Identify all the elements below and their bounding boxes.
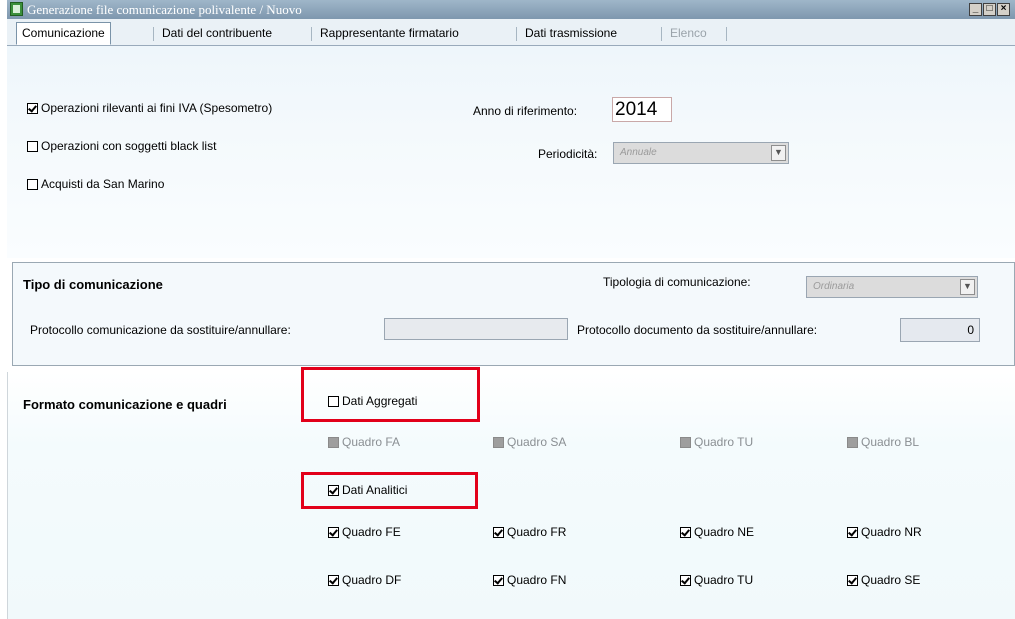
quadro-fn-label: Quadro FN <box>507 573 567 587</box>
quadro-sa-aggregati: Quadro SA <box>493 435 566 449</box>
quadro-fe-label: Quadro FE <box>342 525 401 539</box>
option-spesometro-label: Operazioni rilevanti ai fini IVA (Spesom… <box>41 101 273 115</box>
tipologia-label: Tipologia di comunicazione: <box>603 275 751 289</box>
quadro-nr-label: Quadro NR <box>861 525 922 539</box>
chevron-down-icon: ▼ <box>771 145 786 161</box>
checkbox-quadro-fe[interactable] <box>328 527 339 538</box>
periodicita-label: Periodicità: <box>538 147 598 161</box>
tab-separator <box>726 27 727 41</box>
checkbox-quadro-sa <box>493 437 504 448</box>
option-san-marino-label: Acquisti da San Marino <box>41 177 165 191</box>
protocollo-comunicazione-input[interactable] <box>384 318 568 340</box>
quadro-bl-aggregati: Quadro BL <box>847 435 919 449</box>
checkbox-spesometro[interactable] <box>27 103 38 114</box>
tipo-comunicazione-heading: Tipo di comunicazione <box>23 277 163 292</box>
quadro-tu-aggregati: Quadro TU <box>680 435 753 449</box>
checkbox-quadro-fa <box>328 437 339 448</box>
quadro-fe[interactable]: Quadro FE <box>328 525 401 539</box>
title-bar: Generazione file comunicazione polivalen… <box>7 0 1015 19</box>
checkbox-quadro-bl <box>847 437 858 448</box>
periodicita-value: Annuale <box>620 147 657 158</box>
checkbox-quadro-fr[interactable] <box>493 527 504 538</box>
quadro-se-label: Quadro SE <box>861 573 921 587</box>
quadro-se[interactable]: Quadro SE <box>847 573 920 587</box>
tab-dati-contribuente[interactable]: Dati del contribuente <box>157 23 277 43</box>
quadro-tu-analitici-label: Quadro TU <box>694 573 754 587</box>
panel-left-border <box>7 372 8 619</box>
quadro-tu-analitici[interactable]: Quadro TU <box>680 573 753 587</box>
tab-separator <box>153 27 154 41</box>
quadro-fn[interactable]: Quadro FN <box>493 573 566 587</box>
option-spesometro[interactable]: Operazioni rilevanti ai fini IVA (Spesom… <box>27 101 272 115</box>
option-black-list[interactable]: Operazioni con soggetti black list <box>27 139 216 153</box>
quadro-bl-label: Quadro BL <box>861 435 920 449</box>
tab-separator <box>311 27 312 41</box>
checkbox-quadro-se[interactable] <box>847 575 858 586</box>
option-san-marino[interactable]: Acquisti da San Marino <box>27 177 164 191</box>
highlight-box-analitici <box>301 472 478 509</box>
checkbox-black-list[interactable] <box>27 141 38 152</box>
quadro-fa-aggregati: Quadro FA <box>328 435 400 449</box>
tab-separator <box>516 27 517 41</box>
protocollo-documento-label: Protocollo documento da sostituire/annul… <box>577 323 818 337</box>
anno-input[interactable]: 2014 <box>612 97 672 122</box>
tab-bar: Comunicazione Dati del contribuente Rapp… <box>7 19 1015 46</box>
checkbox-quadro-tu-analitici[interactable] <box>680 575 691 586</box>
tab-comunicazione[interactable]: Comunicazione <box>16 22 111 45</box>
quadro-df-label: Quadro DF <box>342 573 402 587</box>
anno-label: Anno di riferimento: <box>473 104 578 118</box>
checkbox-quadro-df[interactable] <box>328 575 339 586</box>
tab-dati-trasmissione[interactable]: Dati trasmissione <box>520 23 622 43</box>
app-window: Generazione file comunicazione polivalen… <box>7 0 1015 619</box>
quadro-df[interactable]: Quadro DF <box>328 573 401 587</box>
protocollo-documento-input[interactable]: 0 <box>900 318 980 342</box>
window-title: Generazione file comunicazione polivalen… <box>27 2 302 17</box>
minimize-button[interactable]: _ <box>969 3 982 16</box>
checkbox-san-marino[interactable] <box>27 179 38 190</box>
highlight-box-aggregati <box>301 367 480 422</box>
chevron-down-icon: ▼ <box>960 279 975 295</box>
tab-rappresentante-firmatario[interactable]: Rappresentante firmatario <box>315 23 464 43</box>
checkbox-quadro-fn[interactable] <box>493 575 504 586</box>
quadro-fr-label: Quadro FR <box>507 525 567 539</box>
app-icon <box>10 2 23 16</box>
quadro-ne[interactable]: Quadro NE <box>680 525 754 539</box>
periodicita-select: Annuale ▼ <box>613 142 789 164</box>
maximize-button[interactable]: □ <box>983 3 996 16</box>
close-button[interactable]: × <box>997 3 1010 16</box>
tipologia-select: Ordinaria ▼ <box>806 276 978 298</box>
quadro-fa-label: Quadro FA <box>342 435 401 449</box>
formato-heading: Formato comunicazione e quadri <box>23 397 227 412</box>
checkbox-quadro-ne[interactable] <box>680 527 691 538</box>
option-black-list-label: Operazioni con soggetti black list <box>41 139 217 153</box>
protocollo-comunicazione-label: Protocollo comunicazione da sostituire/a… <box>30 323 291 337</box>
tab-separator <box>661 27 662 41</box>
tipologia-value: Ordinaria <box>813 281 855 292</box>
quadro-nr[interactable]: Quadro NR <box>847 525 922 539</box>
quadro-tu-label: Quadro TU <box>694 435 754 449</box>
checkbox-quadro-nr[interactable] <box>847 527 858 538</box>
tab-elenco: Elenco <box>670 26 707 40</box>
quadro-ne-label: Quadro NE <box>694 525 755 539</box>
quadro-fr[interactable]: Quadro FR <box>493 525 566 539</box>
checkbox-quadro-tu <box>680 437 691 448</box>
quadro-sa-label: Quadro SA <box>507 435 567 449</box>
